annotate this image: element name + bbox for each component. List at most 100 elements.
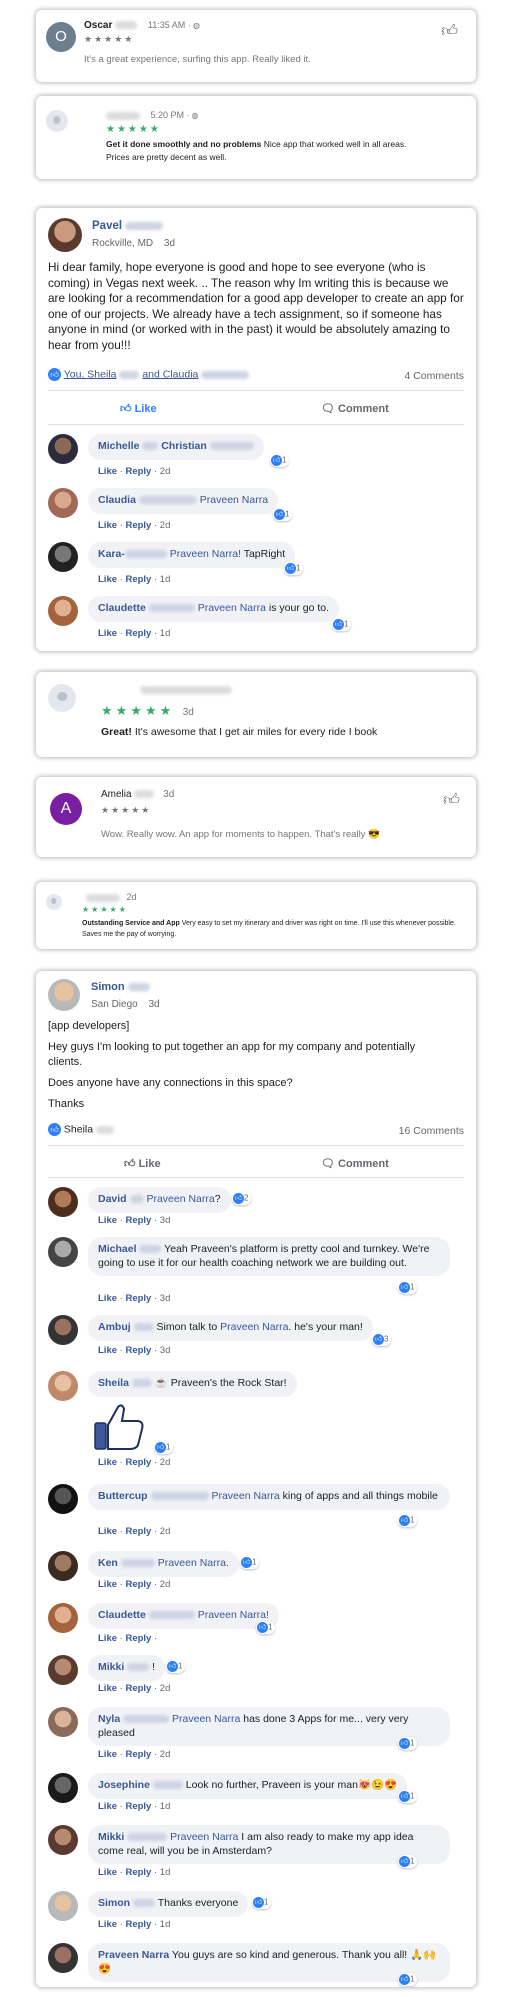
- comment-like-link[interactable]: Like: [98, 1633, 117, 1644]
- mention-tag[interactable]: Praveen Narra!: [170, 548, 241, 560]
- avatar[interactable]: [48, 1187, 78, 1217]
- comment-reply-link[interactable]: Reply: [125, 520, 151, 531]
- commenter-name[interactable]: Josephine: [98, 1779, 150, 1791]
- author-name[interactable]: Simon: [91, 981, 125, 993]
- reaction-count[interactable]: 👍︎ 1: [252, 1896, 272, 1909]
- comment-reply-link[interactable]: Reply: [125, 628, 151, 639]
- reaction-count[interactable]: 👍︎ 1: [398, 1790, 418, 1803]
- avatar[interactable]: [48, 1891, 78, 1921]
- commenter-name[interactable]: Sheila: [98, 1377, 129, 1389]
- comment-reply-link[interactable]: Reply: [125, 1457, 151, 1468]
- reaction-count[interactable]: 👍︎ 1: [154, 1441, 174, 1454]
- commenter-name[interactable]: Claudette: [98, 602, 146, 614]
- reaction-count[interactable]: 👍︎ 1: [398, 1973, 418, 1986]
- comment-like-link[interactable]: Like: [98, 1526, 117, 1537]
- avatar[interactable]: [48, 1315, 78, 1345]
- comment-like-link[interactable]: Like: [98, 1683, 117, 1694]
- avatar[interactable]: [48, 1551, 78, 1581]
- commenter-name[interactable]: Mikki: [98, 1661, 124, 1673]
- reaction-count[interactable]: 👍︎ 1: [166, 1660, 186, 1673]
- avatar[interactable]: [48, 488, 78, 518]
- comment-like-link[interactable]: Like: [98, 1579, 117, 1590]
- commenter-name[interactable]: Buttercup: [98, 1490, 148, 1502]
- comment-button[interactable]: 🗨︎ Comment: [321, 402, 389, 415]
- comment-reply-link[interactable]: Reply: [125, 1293, 151, 1304]
- reaction-summary[interactable]: 👍︎ You, Sheila and Claudia: [48, 368, 250, 381]
- reaction-count[interactable]: 👍︎ 1: [256, 1621, 276, 1634]
- comment-like-link[interactable]: Like: [98, 1867, 117, 1878]
- comment-like-link[interactable]: Like: [98, 628, 117, 639]
- avatar-placeholder[interactable]: [46, 894, 62, 910]
- avatar[interactable]: [48, 1371, 78, 1401]
- comment-button[interactable]: 🗨︎ Comment: [321, 1157, 389, 1170]
- comment-like-link[interactable]: Like: [98, 1215, 117, 1226]
- avatar[interactable]: [48, 1943, 78, 1973]
- commenter-name[interactable]: Ken: [98, 1557, 118, 1569]
- avatar[interactable]: [48, 1773, 78, 1803]
- avatar[interactable]: [48, 218, 82, 252]
- avatar[interactable]: [48, 596, 78, 626]
- mention-tag[interactable]: Praveen Narra: [198, 602, 266, 614]
- commenter-name[interactable]: Nyla: [98, 1713, 120, 1725]
- mention-tag[interactable]: Praveen Narra: [146, 1193, 214, 1205]
- reaction-count[interactable]: 👍︎ 1: [398, 1514, 418, 1527]
- avatar[interactable]: [48, 1655, 78, 1685]
- comment-reply-link[interactable]: Reply: [125, 574, 151, 585]
- commenter-name[interactable]: Simon: [98, 1897, 130, 1909]
- mention-tag[interactable]: Praveen Narra: [211, 1490, 279, 1502]
- avatar[interactable]: O: [46, 22, 76, 52]
- avatar-placeholder[interactable]: [46, 110, 68, 132]
- comment-reply-link[interactable]: Reply: [125, 1215, 151, 1226]
- comment-reply-link[interactable]: Reply: [125, 1801, 151, 1812]
- comment-like-link[interactable]: Like: [98, 1293, 117, 1304]
- mention-tag[interactable]: Praveen Narra: [170, 1831, 238, 1843]
- comments-count[interactable]: 16 Comments: [399, 1125, 464, 1137]
- comment-like-link[interactable]: Like: [98, 574, 117, 585]
- avatar[interactable]: [48, 1707, 78, 1737]
- mention-tag[interactable]: Praveen Narra: [200, 494, 268, 506]
- commenter-name[interactable]: Michelle: [98, 440, 139, 452]
- reaction-count[interactable]: 👍︎ 2: [232, 1192, 252, 1205]
- reaction-count[interactable]: 👍︎ 1: [398, 1737, 418, 1750]
- avatar-placeholder[interactable]: [48, 684, 76, 712]
- commenter-name[interactable]: Mikki: [98, 1831, 124, 1843]
- comment-reply-link[interactable]: Reply: [125, 1749, 151, 1760]
- thumbs-up-icon[interactable]: 👍︎: [443, 791, 460, 810]
- comment-reply-link[interactable]: Reply: [125, 466, 151, 477]
- mention-tag[interactable]: Praveen Narra!: [198, 1609, 269, 1621]
- reaction-count[interactable]: 👍︎ 1: [284, 562, 304, 575]
- like-button[interactable]: 👍︎ Like: [120, 402, 157, 415]
- comment-like-link[interactable]: Like: [98, 466, 117, 477]
- thumbs-up-icon[interactable]: 👍︎: [441, 22, 458, 41]
- mention-tag[interactable]: Praveen Narra: [220, 1321, 288, 1333]
- mention-tag[interactable]: Praveen Narra.: [158, 1557, 229, 1569]
- comment-like-link[interactable]: Like: [98, 1919, 117, 1930]
- comment-like-link[interactable]: Like: [98, 1801, 117, 1812]
- avatar[interactable]: [48, 1825, 78, 1855]
- reaction-count[interactable]: 👍︎ 1: [398, 1855, 418, 1868]
- author-name[interactable]: Pavel: [92, 220, 122, 232]
- comment-reply-link[interactable]: Reply: [125, 1579, 151, 1590]
- comment-reply-link[interactable]: Reply: [125, 1919, 151, 1930]
- comment-like-link[interactable]: Like: [98, 1749, 117, 1760]
- commenter-name[interactable]: Kara-: [98, 548, 125, 560]
- comment-reply-link[interactable]: Reply: [125, 1867, 151, 1878]
- commenter-name-2[interactable]: Christian: [161, 440, 207, 452]
- comment-like-link[interactable]: Like: [98, 1457, 117, 1468]
- reaction-count[interactable]: 👍︎ 1: [398, 1281, 418, 1294]
- reaction-count[interactable]: 👍︎ 1: [270, 454, 290, 467]
- commenter-name[interactable]: Claudia: [98, 494, 136, 506]
- comment-reply-link[interactable]: Reply: [125, 1633, 151, 1644]
- reaction-count[interactable]: 👍︎ 1: [332, 618, 352, 631]
- avatar[interactable]: [48, 434, 78, 464]
- avatar[interactable]: [48, 1237, 78, 1267]
- commenter-name[interactable]: David: [98, 1193, 127, 1205]
- reaction-summary[interactable]: 👍︎ Sheila: [48, 1123, 115, 1136]
- avatar[interactable]: A: [50, 793, 82, 825]
- comment-reply-link[interactable]: Reply: [125, 1683, 151, 1694]
- comments-count[interactable]: 4 Comments: [404, 370, 464, 382]
- avatar[interactable]: [48, 1603, 78, 1633]
- comment-reply-link[interactable]: Reply: [125, 1526, 151, 1537]
- avatar[interactable]: [48, 542, 78, 572]
- reaction-count[interactable]: 👍︎ 1: [240, 1556, 260, 1569]
